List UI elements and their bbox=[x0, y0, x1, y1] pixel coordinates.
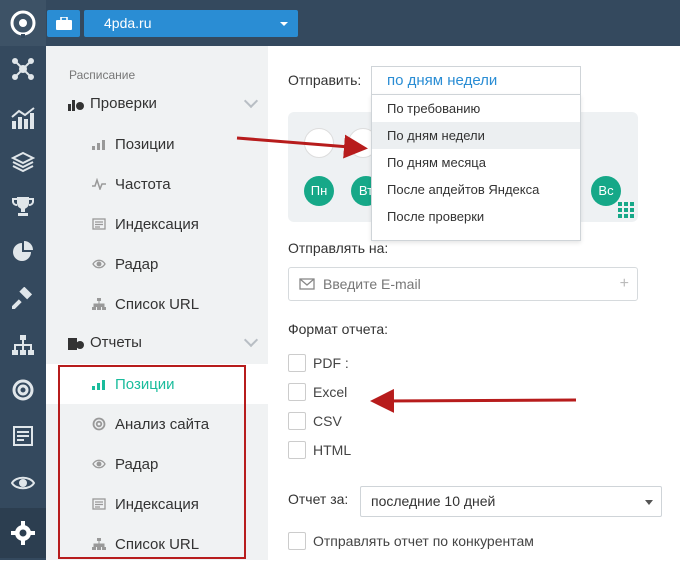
site-selector[interactable]: 4pda.ru bbox=[84, 10, 298, 37]
checkbox[interactable] bbox=[288, 412, 306, 430]
period-label: Отчет за: bbox=[288, 491, 349, 507]
logo-icon[interactable] bbox=[0, 0, 46, 46]
trophy-icon[interactable] bbox=[0, 186, 46, 226]
envelope-icon bbox=[299, 278, 315, 290]
item-label: Индексация bbox=[115, 215, 199, 233]
settings-gear-icon[interactable] bbox=[0, 508, 46, 558]
day-sunday[interactable]: Вс bbox=[591, 176, 621, 206]
item-label: Позиции bbox=[115, 135, 175, 153]
sidebar-item-indexing[interactable]: Индексация bbox=[46, 204, 268, 244]
sidebar-item-site-analysis[interactable]: Анализ сайта bbox=[46, 404, 268, 444]
network-icon[interactable] bbox=[0, 49, 46, 89]
briefcase-button[interactable] bbox=[47, 10, 80, 37]
sidebar-group-reports[interactable]: Отчеты bbox=[68, 334, 142, 351]
chevron-down-icon[interactable] bbox=[243, 332, 259, 348]
send-schedule-dropdown: По требованию По дням недели По дням мес… bbox=[371, 94, 581, 241]
item-label: Радар bbox=[115, 255, 159, 273]
sitemap-icon bbox=[92, 297, 106, 311]
eye-icon bbox=[92, 457, 106, 471]
checkbox-label: Excel bbox=[313, 384, 348, 400]
sidebar-item-report-indexing[interactable]: Индексация bbox=[46, 484, 268, 524]
group-label: Проверки bbox=[90, 95, 157, 112]
day-monday[interactable]: Пн bbox=[304, 176, 334, 206]
sidebar-item-report-radar[interactable]: Радар bbox=[46, 444, 268, 484]
pie-chart-icon[interactable] bbox=[0, 232, 46, 272]
sidebar-item-radar[interactable]: Радар bbox=[46, 244, 268, 284]
chevron-down-icon[interactable] bbox=[243, 93, 259, 109]
lifebuoy-icon bbox=[92, 417, 106, 431]
layers-icon[interactable] bbox=[0, 142, 46, 182]
briefcase-icon bbox=[55, 17, 72, 30]
send-schedule-select[interactable]: по дням недели bbox=[371, 66, 581, 94]
option-after-yandex-updates[interactable]: После апдейтов Яндекса bbox=[372, 176, 580, 203]
day-toggle-empty[interactable] bbox=[304, 128, 334, 158]
icon-rail bbox=[0, 0, 46, 560]
chart-icon[interactable] bbox=[0, 98, 46, 138]
sidebar-item-frequency[interactable]: Частота bbox=[46, 164, 268, 204]
email-field[interactable]: Введите E-mail + bbox=[288, 267, 638, 301]
option-after-check[interactable]: После проверки bbox=[372, 203, 580, 230]
stopwatch-chart-icon bbox=[68, 100, 84, 111]
hammer-icon[interactable] bbox=[0, 278, 46, 318]
format-label: Формат отчета: bbox=[288, 321, 389, 337]
checkbox-label: CSV bbox=[313, 413, 342, 429]
option-by-month-days[interactable]: По дням месяца bbox=[372, 149, 580, 176]
sidebar-item-url-list[interactable]: Список URL bbox=[46, 284, 268, 324]
main-panel: Отправить: Пн Вт Вс по дням недели По тр… bbox=[268, 46, 680, 560]
checkbox-label: PDF : bbox=[313, 355, 349, 371]
sidebar-item-positions[interactable]: Позиции bbox=[46, 124, 268, 164]
send-to-label: Отправлять на: bbox=[288, 240, 389, 256]
competitors-checkbox[interactable]: Отправлять отчет по конкурентам bbox=[288, 532, 534, 550]
report-clock-icon bbox=[68, 338, 84, 350]
sidebar-item-report-url-list[interactable]: Список URL bbox=[46, 524, 268, 564]
select-all-grid-icon[interactable] bbox=[618, 202, 634, 218]
site-name: 4pda.ru bbox=[104, 15, 152, 31]
eye-icon bbox=[92, 257, 106, 271]
lifebuoy-icon[interactable] bbox=[0, 370, 46, 410]
period-value: последние 10 дней bbox=[371, 493, 496, 509]
item-label: Индексация bbox=[115, 495, 199, 513]
item-label: Анализ сайта bbox=[115, 415, 210, 433]
sidebar-item-report-positions[interactable]: Позиции bbox=[46, 364, 268, 404]
add-email-icon[interactable]: + bbox=[620, 275, 629, 293]
group-label: Отчеты bbox=[90, 334, 142, 351]
pulse-icon bbox=[92, 177, 106, 191]
format-excel-checkbox[interactable]: Excel bbox=[288, 383, 347, 401]
item-label: Список URL bbox=[115, 535, 200, 553]
sitemap-icon[interactable] bbox=[0, 325, 46, 365]
sitemap-icon bbox=[92, 537, 106, 551]
checkbox[interactable] bbox=[288, 441, 306, 459]
checkbox[interactable] bbox=[288, 354, 306, 372]
checkbox[interactable] bbox=[288, 383, 306, 401]
chevron-down-icon bbox=[280, 22, 288, 26]
option-on-demand[interactable]: По требованию bbox=[372, 95, 580, 122]
item-label: Список URL bbox=[115, 295, 200, 313]
checkbox-label: Отправлять отчет по конкурентам bbox=[313, 533, 534, 549]
checkbox[interactable] bbox=[288, 532, 306, 550]
send-label: Отправить: bbox=[288, 72, 362, 88]
bar-chart-icon bbox=[92, 377, 106, 391]
checkbox-label: HTML bbox=[313, 442, 352, 458]
item-label: Частота bbox=[115, 175, 171, 193]
format-pdf-checkbox[interactable]: PDF : bbox=[288, 354, 349, 372]
document-list-icon[interactable] bbox=[0, 416, 46, 456]
item-label: Радар bbox=[115, 455, 159, 473]
item-label: Позиции bbox=[115, 375, 175, 393]
period-select[interactable]: последние 10 дней bbox=[360, 486, 662, 517]
format-csv-checkbox[interactable]: CSV bbox=[288, 412, 342, 430]
email-placeholder: Введите E-mail bbox=[323, 276, 421, 292]
bar-chart-icon bbox=[92, 137, 106, 151]
chevron-down-icon bbox=[645, 500, 653, 505]
newspaper-icon bbox=[92, 217, 106, 231]
sidebar-group-checks[interactable]: Проверки bbox=[68, 95, 157, 112]
sidebar: Расписание Проверки Позиции Частота Инде… bbox=[46, 46, 268, 560]
eye-icon[interactable] bbox=[0, 463, 46, 503]
newspaper-icon bbox=[92, 497, 106, 511]
section-label: Расписание bbox=[69, 68, 136, 82]
option-by-weekdays[interactable]: По дням недели bbox=[372, 122, 580, 149]
format-html-checkbox[interactable]: HTML bbox=[288, 441, 351, 459]
